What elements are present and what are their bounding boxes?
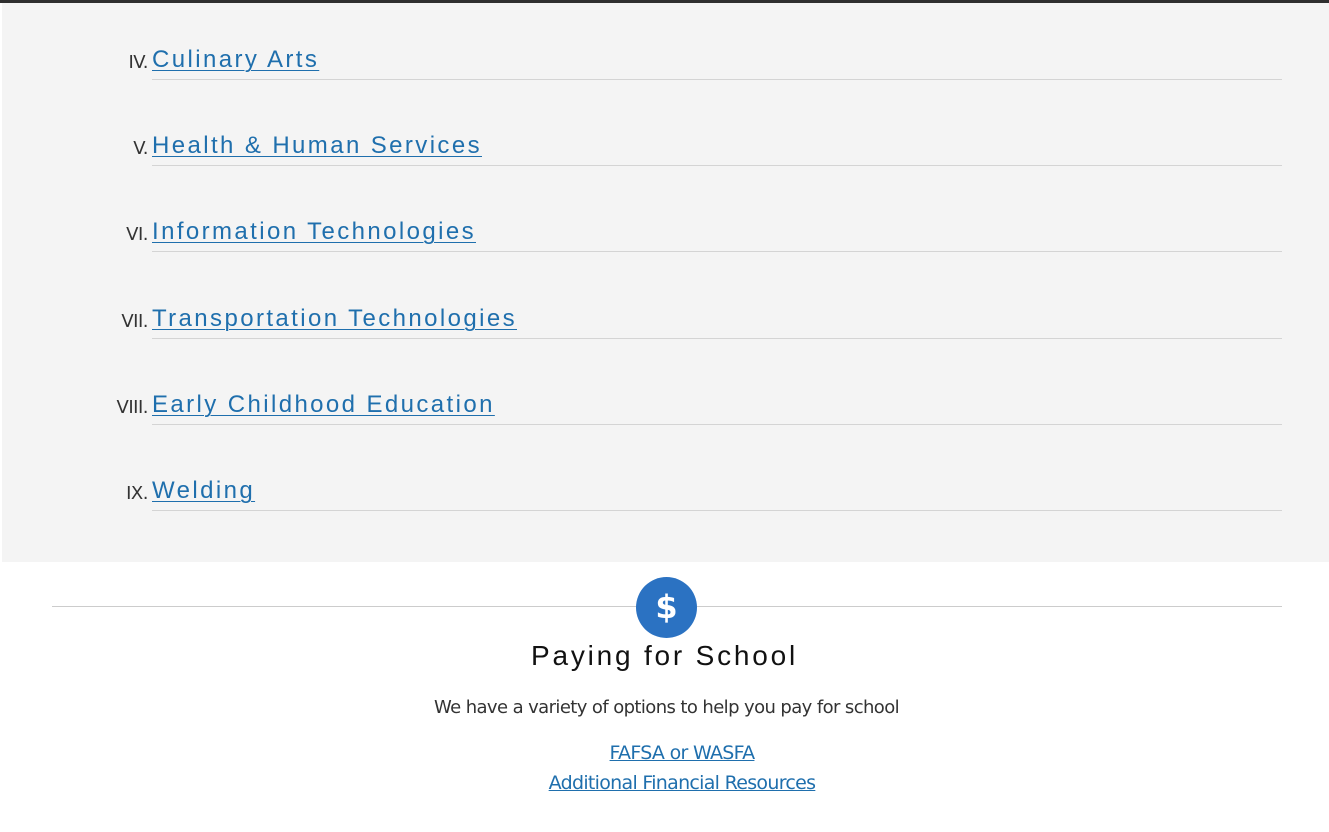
divider <box>152 510 1282 511</box>
program-link-welding[interactable]: Welding <box>152 477 255 505</box>
dollar-icon: $ <box>636 577 697 638</box>
divider <box>152 165 1282 166</box>
divider <box>152 79 1282 80</box>
list-numeral: V. <box>133 138 148 159</box>
program-link-early-childhood-education[interactable]: Early Childhood Education <box>152 391 495 419</box>
list-numeral: IX. <box>126 483 148 504</box>
divider <box>152 424 1282 425</box>
divider <box>152 338 1282 339</box>
list-numeral: VII. <box>121 311 148 332</box>
list-item: IV. Culinary Arts <box>2 40 1329 80</box>
program-link-health-human-services[interactable]: Health & Human Services <box>152 132 482 160</box>
list-item: VI. Information Technologies <box>2 212 1329 252</box>
divider <box>152 251 1282 252</box>
program-link-transportation-technologies[interactable]: Transportation Technologies <box>152 305 517 333</box>
list-item: VIII. Early Childhood Education <box>2 385 1329 425</box>
list-item: IX. Welding <box>2 471 1329 511</box>
section-title: Paying for School <box>530 640 799 671</box>
section-subtitle: We have a variety of options to help you… <box>433 697 900 718</box>
list-item: V. Health & Human Services <box>2 126 1329 166</box>
list-numeral: VIII. <box>116 397 149 418</box>
list-numeral: VI. <box>126 224 148 245</box>
additional-financial-resources-link[interactable]: Additional Financial Resources <box>0 772 1329 794</box>
programs-list: IV. Culinary Arts V. Health & Human Serv… <box>2 3 1329 562</box>
list-numeral: IV. <box>128 52 148 73</box>
program-link-information-technologies[interactable]: Information Technologies <box>152 218 476 246</box>
list-item: VII. Transportation Technologies <box>2 299 1329 339</box>
program-link-culinary-arts[interactable]: Culinary Arts <box>152 46 319 74</box>
fafsa-wasfa-link[interactable]: FAFSA or WASFA <box>0 742 1329 764</box>
